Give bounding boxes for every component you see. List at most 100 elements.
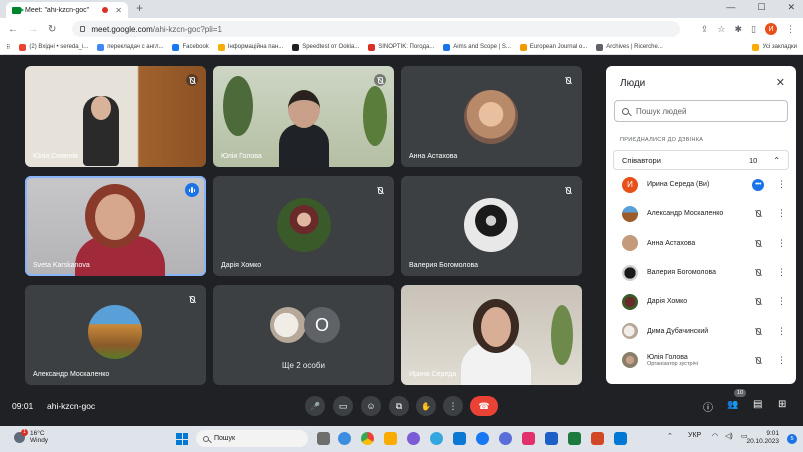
bookmark-item[interactable]: Speedtest от Ookla... [292,43,359,51]
excel-icon[interactable] [568,432,581,445]
more-options-button[interactable]: ⋮ [777,326,786,337]
powerpoint-icon[interactable] [591,432,604,445]
bookmark-item[interactable]: European Journal o... [519,43,587,51]
chevron-up-icon[interactable]: ⌃ [773,156,780,165]
participant-tile[interactable]: Юлія Голова [213,66,394,167]
search-people-input[interactable] [636,106,776,116]
list-item[interactable]: И Ирина Середа (Ви) ••• ⋮ [613,170,789,199]
avatar [622,293,638,310]
mic-off-icon[interactable] [752,296,764,308]
activities-button[interactable]: ⊞ [778,399,786,410]
bookmark-item[interactable]: перекладач с англ... [97,43,163,51]
new-tab-button[interactable]: + [136,1,143,15]
mic-off-icon[interactable] [752,354,764,366]
bookmark-item[interactable]: (2) Вхідні • sereda_i... [19,43,88,51]
participant-tile[interactable]: Александр Москаленко [25,285,206,385]
instagram-icon[interactable] [522,432,535,445]
tab-close-button[interactable]: ✕ [115,6,122,15]
more-options-button[interactable]: ⋮ [777,267,786,278]
participant-tile-active-speaker[interactable]: Sveta Karskanova [25,176,206,276]
participant-tile[interactable]: Дарія Хомко [213,176,394,276]
notifications-badge[interactable]: 5 [787,434,797,444]
bookmark-label: Aims and Scope | S... [453,44,511,50]
leave-call-button[interactable]: ☎ [470,396,498,416]
mic-off-icon[interactable] [752,237,764,249]
weather-widget[interactable]: 1 16°C Windy [14,428,48,444]
wifi-icon[interactable]: ◠ [712,432,718,440]
present-button[interactable]: ⧉ [389,396,409,416]
more-options-button[interactable]: ⋮ [777,208,786,219]
participant-tile-self[interactable]: Ирина Середа [401,285,582,385]
participant-tile[interactable]: Валерия Богомолова [401,176,582,276]
telegram-icon[interactable] [430,432,443,445]
list-item[interactable]: Валерия Богомолова ⋮ [613,258,789,287]
share-icon[interactable]: ⇪ [701,24,709,35]
more-participants-tile[interactable]: O Ще 2 особи [213,285,394,385]
app-icon[interactable] [453,432,466,445]
toolbar: ← → ↻ meet.google.com/ahi-kzcn-goc?pli=1… [0,18,803,40]
apps-icon[interactable]: ⠿ [6,44,10,51]
more-options-button[interactable]: ⋮ [777,355,786,366]
mic-off-icon[interactable] [752,267,764,279]
reactions-button[interactable]: ☺ [361,396,381,416]
participant-tile[interactable]: Юлія Семенів [25,66,206,167]
more-options-button[interactable]: ⋮ [777,296,786,307]
mic-off-icon[interactable] [752,208,764,220]
reload-button[interactable]: ↻ [48,24,56,35]
start-button[interactable] [176,433,188,445]
window-controls: — ☐ ✕ [726,2,795,13]
taskbar-search[interactable]: Пошук [196,430,308,447]
menu-icon[interactable]: ⋮ [786,24,795,35]
bookmark-star-icon[interactable]: ☆ [717,24,725,35]
people-button[interactable]: 👥 [727,399,738,410]
bookmark-item[interactable]: Інформаційна пан... [217,43,283,51]
close-panel-button[interactable]: ✕ [776,76,785,89]
list-item[interactable]: Александр Москаленко ⋮ [613,199,789,228]
camera-button[interactable]: ▭ [333,396,353,416]
outlook-icon[interactable] [614,432,627,445]
list-item[interactable]: Юлія Голова Організатор зустрічі ⋮ [613,346,789,375]
maximize-button[interactable]: ☐ [757,2,765,13]
chat-app-icon[interactable] [338,432,351,445]
mic-off-icon[interactable] [752,325,764,337]
bookmark-item[interactable]: SINOPTIK: Погода... [368,43,434,51]
volume-icon[interactable]: ◁) [725,432,733,440]
chat-button[interactable]: ▤ [753,399,762,410]
extensions-icon[interactable]: ✱ [735,24,743,35]
messenger-icon[interactable] [499,432,512,445]
browser-tab-meet[interactable]: Meet: "ahi-kzcn-goc" ✕ [6,2,128,18]
chrome-icon[interactable] [361,432,374,445]
contributors-group-header[interactable]: Співавтори 10 ⌃ [613,150,789,170]
list-item[interactable]: Дима Дубачинский ⋮ [613,316,789,345]
list-item[interactable]: Дарія Хомко ⋮ [613,287,789,316]
task-view-icon[interactable] [317,432,330,445]
bookmark-item[interactable]: Facebook [172,43,209,51]
mic-off-icon [186,74,198,86]
all-bookmarks[interactable]: Усі закладки [752,43,797,51]
forward-button[interactable]: → [28,24,38,35]
side-panel-icon[interactable]: ▯ [751,24,756,35]
viber-icon[interactable] [407,432,420,445]
bookmark-item[interactable]: Archives | Ricerche... [596,43,663,51]
more-options-button[interactable]: ⋮ [777,179,786,190]
meeting-info-button[interactable]: ⓘ [703,399,713,414]
participant-tile[interactable]: Анна Астахова [401,66,582,167]
bookmark-item[interactable]: Aims and Scope | S... [443,43,511,51]
file-explorer-icon[interactable] [384,432,397,445]
list-item[interactable]: Анна Астахова ⋮ [613,229,789,258]
language-indicator[interactable]: УКР [688,432,701,439]
taskbar-clock[interactable]: 9:01 20.10.2023 [746,430,779,446]
address-bar[interactable]: meet.google.com/ahi-kzcn-goc?pli=1 [72,21,681,37]
minimize-button[interactable]: — [726,2,735,13]
facebook-icon[interactable] [476,432,489,445]
more-options-button[interactable]: ⋮ [777,238,786,249]
microphone-button[interactable]: 🎤 [305,396,325,416]
back-button[interactable]: ← [8,24,18,35]
profile-avatar[interactable]: И [765,23,777,35]
close-window-button[interactable]: ✕ [787,2,795,13]
people-search[interactable] [614,100,788,122]
tray-overflow-icon[interactable]: ⌃ [667,432,673,440]
raise-hand-button[interactable]: ✋ [416,396,436,416]
word-icon[interactable] [545,432,558,445]
more-options-button[interactable]: ⋮ [443,396,463,416]
